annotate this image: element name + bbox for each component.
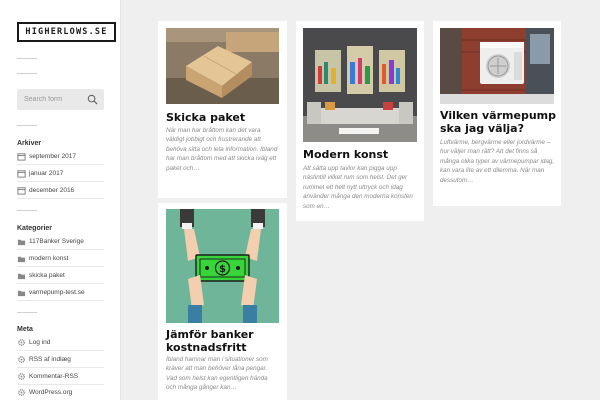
divider <box>17 58 37 59</box>
meta-item[interactable]: RSS af indlæg <box>17 352 104 368</box>
post-title[interactable]: Vilken värmepump ska jag välja? <box>440 109 556 135</box>
archive-item[interactable]: januar 2017 <box>17 166 104 182</box>
divider <box>17 73 37 74</box>
meta-item-label: RSS af indlæg <box>29 356 71 363</box>
post-card[interactable]: Skicka paket När man har bråttom kan det… <box>158 21 287 198</box>
folder-icon <box>17 290 26 297</box>
search-icon[interactable] <box>87 94 98 105</box>
gear-icon <box>18 389 25 396</box>
post-title[interactable]: Modern konst <box>303 148 419 162</box>
meta-item-label: WordPress.org <box>29 389 73 396</box>
meta-item-label: Log ind <box>29 339 51 346</box>
folder-icon <box>17 239 26 246</box>
category-item-label: 117Banker Sverige <box>29 238 84 245</box>
meta-item-label: Kommentar-RSS <box>29 373 79 380</box>
post-thumbnail[interactable]: $ <box>166 209 279 323</box>
calendar-icon <box>17 170 26 178</box>
post-card[interactable]: Vilken värmepump ska jag välja? Luftvärm… <box>433 21 561 206</box>
divider <box>17 312 37 313</box>
divider <box>17 125 37 126</box>
post-thumbnail[interactable] <box>303 28 417 142</box>
categories-widget-title: Kategorier <box>17 225 53 232</box>
post-title[interactable]: Skicka paket <box>166 111 281 125</box>
post-card[interactable]: Modern konst Att sätta upp tavlor kan pi… <box>296 21 424 221</box>
calendar-icon <box>17 187 26 195</box>
gear-icon <box>18 339 25 346</box>
archive-item-label: december 2016 <box>29 187 75 194</box>
archive-item-label: januar 2017 <box>29 170 64 177</box>
site-logo-text: HIGHERLOWS.SE <box>25 27 108 37</box>
archive-item-label: september 2017 <box>29 153 76 160</box>
category-item-label: modern konst <box>29 255 69 262</box>
meta-widget-title: Meta <box>17 326 33 333</box>
divider <box>17 210 37 211</box>
post-excerpt: Ibland hamnar man i situationer som kräv… <box>166 356 268 392</box>
folder-icon <box>17 256 26 263</box>
post-excerpt: När man har bråttom kan det vara väldigt… <box>166 127 278 172</box>
post-excerpt: Luftvärme, bergvärme eller jordvärme – h… <box>440 139 555 184</box>
site-logo[interactable]: HIGHERLOWS.SE <box>17 22 116 42</box>
category-item[interactable]: modern konst <box>17 251 104 267</box>
archive-item[interactable]: september 2017 <box>17 149 104 165</box>
post-excerpt: Att sätta upp tavlor kan pigga upp nästi… <box>303 165 413 210</box>
category-item-label: skicka paket <box>29 272 65 279</box>
post-card[interactable]: $ Jämför banker kostnadsfritt Ibland ham… <box>158 203 287 400</box>
post-title[interactable]: Jämför banker kostnadsfritt <box>166 328 282 354</box>
post-thumbnail[interactable] <box>440 28 554 104</box>
gear-icon <box>18 356 25 363</box>
archive-widget-title: Arkiver <box>17 140 42 147</box>
meta-item[interactable]: WordPress.org <box>17 385 104 400</box>
category-item[interactable]: 117Banker Sverige <box>17 234 104 250</box>
category-item[interactable]: skicka paket <box>17 268 104 284</box>
search-input[interactable] <box>17 89 87 110</box>
calendar-icon <box>17 153 26 161</box>
search-form <box>17 89 104 110</box>
gear-icon <box>18 373 25 380</box>
category-item[interactable]: varmepump-test.se <box>17 285 104 301</box>
post-thumbnail[interactable] <box>166 28 279 104</box>
archive-item[interactable]: december 2016 <box>17 183 104 199</box>
sidebar: HIGHERLOWS.SE Arkiver september 2017 jan… <box>0 0 121 400</box>
meta-item[interactable]: Log ind <box>17 335 104 351</box>
meta-item[interactable]: Kommentar-RSS <box>17 369 104 385</box>
svg-text:$: $ <box>219 264 226 275</box>
category-item-label: varmepump-test.se <box>29 289 85 296</box>
folder-icon <box>17 273 26 280</box>
